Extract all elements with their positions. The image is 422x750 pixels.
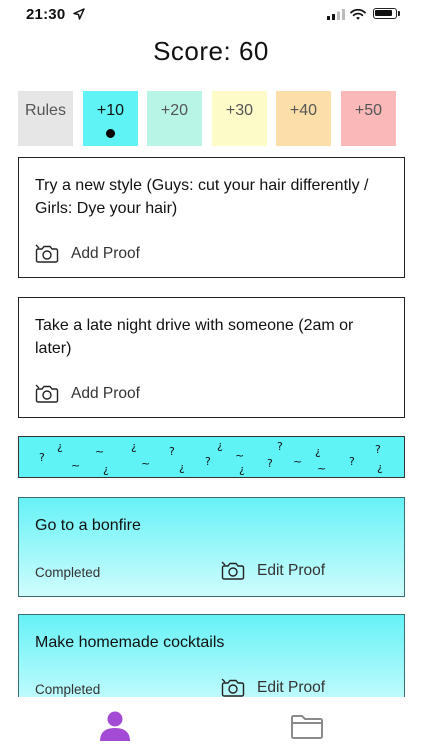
- edit-proof-button[interactable]: Edit Proof: [221, 561, 325, 580]
- squiggle-mark: ¿: [217, 439, 223, 452]
- squiggle-mark: ~: [293, 455, 303, 468]
- squiggle-mark: ?: [349, 455, 355, 468]
- squiggle-mark: ~: [71, 459, 81, 472]
- camera-icon: [221, 678, 245, 697]
- squiggle-mark: ?: [277, 440, 283, 453]
- camera-icon: [35, 384, 59, 403]
- completed-label: Completed: [35, 682, 101, 697]
- squiggle-mark: ?: [205, 455, 211, 468]
- squiggle-mark: ¿: [103, 463, 109, 476]
- challenge-title: Go to a bonfire: [35, 517, 141, 534]
- completed-label: Completed: [35, 565, 101, 580]
- tab-plus-10[interactable]: +10: [83, 91, 138, 146]
- squiggle-mark: ?: [169, 445, 175, 458]
- squiggle-mark: ¿: [57, 440, 63, 453]
- squiggle-mark: ?: [39, 451, 45, 464]
- signal-icon: [327, 9, 345, 20]
- squiggle-mark: ¿: [179, 461, 185, 474]
- squiggle-mark: ¿: [239, 463, 245, 476]
- status-time: 21:30: [26, 6, 66, 23]
- squiggle-mark: ~: [317, 462, 327, 475]
- tab-plus-50[interactable]: +50: [341, 91, 396, 146]
- squiggle-mark: ~: [141, 457, 151, 470]
- squiggle-mark: ?: [267, 457, 273, 470]
- location-arrow-icon: [73, 8, 85, 20]
- score-title: Score: 60: [153, 36, 269, 66]
- challenge-title: Make homemade cocktails: [35, 634, 225, 651]
- add-proof-button[interactable]: Add Proof: [35, 244, 140, 263]
- tab-plus-30[interactable]: +30: [212, 91, 267, 146]
- wifi-icon: [350, 9, 366, 20]
- squiggle-mark: ~: [235, 449, 245, 462]
- battery-icon: [373, 8, 397, 19]
- challenge-card[interactable]: Try a new style (Guys: cut your hair dif…: [18, 157, 405, 278]
- camera-icon: [221, 561, 245, 580]
- selected-dot: [106, 129, 115, 138]
- challenge-title: Take a late night drive with someone (2a…: [35, 317, 354, 357]
- folder-icon[interactable]: [290, 714, 324, 740]
- tab-plus-40[interactable]: +40: [276, 91, 331, 146]
- add-proof-button[interactable]: Add Proof: [35, 384, 140, 403]
- camera-icon: [35, 244, 59, 263]
- squiggle-banner: ? ¿ ~ ~ ¿ ¿ ~ ? ¿ ? ¿ ~ ¿ ? ? ~ ¿ ~ ? ? …: [18, 436, 405, 478]
- squiggle-mark: ¿: [131, 440, 137, 453]
- squiggle-mark: ?: [375, 443, 381, 456]
- challenge-title: Try a new style (Guys: cut your hair dif…: [35, 177, 369, 217]
- tab-plus-20[interactable]: +20: [147, 91, 202, 146]
- person-icon[interactable]: [98, 711, 132, 741]
- completed-card[interactable]: Go to a bonfire Completed Edit Proof: [18, 497, 405, 597]
- battery-cap: [398, 11, 400, 16]
- edit-proof-button[interactable]: Edit Proof: [221, 678, 325, 697]
- squiggle-mark: ¿: [315, 445, 321, 458]
- squiggle-mark: ¿: [377, 461, 383, 474]
- squiggle-mark: ~: [95, 445, 105, 458]
- bottom-tab-bar: [0, 697, 422, 750]
- challenge-card[interactable]: Take a late night drive with someone (2a…: [18, 297, 405, 418]
- status-bar: 21:30: [0, 0, 422, 30]
- tab-rules[interactable]: Rules: [18, 91, 73, 146]
